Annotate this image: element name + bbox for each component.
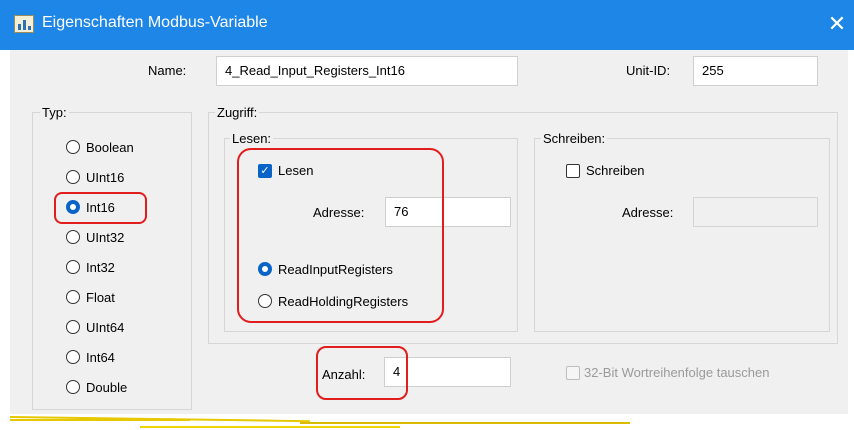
typ-radio-uint64[interactable] xyxy=(66,320,80,334)
typ-radio-label-int32: Int32 xyxy=(86,260,115,275)
schreiben-address-label: Adresse: xyxy=(622,205,674,220)
highlight-int16 xyxy=(54,192,147,224)
yellow-marker-lines xyxy=(0,412,854,430)
highlight-lesen xyxy=(237,148,444,323)
typ-radio-label-uint32: UInt32 xyxy=(86,230,125,245)
typ-radio-int64[interactable] xyxy=(66,350,80,364)
typ-group-label: Typ: xyxy=(40,105,69,120)
app-icon xyxy=(14,15,34,33)
close-icon[interactable]: ✕ xyxy=(826,13,848,35)
typ-radio-label-uint16: UInt16 xyxy=(86,170,125,185)
window-title: Eigenschaften Modbus-Variable xyxy=(42,14,268,31)
unit-id-label: Unit-ID: xyxy=(626,63,671,78)
unit-id-field[interactable]: 255 xyxy=(693,56,818,86)
typ-radio-label-uint64: UInt64 xyxy=(86,320,125,335)
schreiben-address-field[interactable] xyxy=(693,197,818,227)
zugriff-group-label: Zugriff: xyxy=(215,105,260,120)
typ-radio-label-double: Double xyxy=(86,380,128,395)
swap-words-label: 32-Bit Wortreihenfolge tauschen xyxy=(584,365,770,380)
typ-radio-label-boolean: Boolean xyxy=(86,140,134,155)
typ-radio-uint16[interactable] xyxy=(66,170,80,184)
typ-radio-label-float: Float xyxy=(86,290,115,305)
typ-radio-uint32[interactable] xyxy=(66,230,80,244)
schreiben-group-label: Schreiben: xyxy=(541,131,608,146)
name-label: Name: xyxy=(148,63,187,78)
lesen-group-label: Lesen: xyxy=(230,131,274,146)
typ-radio-label-int64: Int64 xyxy=(86,350,115,365)
typ-radio-boolean[interactable] xyxy=(66,140,80,154)
name-field[interactable]: 4_Read_Input_Registers_Int16 xyxy=(216,56,518,86)
typ-radio-int32[interactable] xyxy=(66,260,80,274)
schreiben-checkbox-label: Schreiben xyxy=(586,163,645,178)
typ-radio-double[interactable] xyxy=(66,380,80,394)
typ-radio-float[interactable] xyxy=(66,290,80,304)
highlight-anzahl xyxy=(316,346,408,400)
schreiben-checkbox[interactable] xyxy=(566,164,580,178)
swap-words-checkbox[interactable] xyxy=(566,366,580,380)
